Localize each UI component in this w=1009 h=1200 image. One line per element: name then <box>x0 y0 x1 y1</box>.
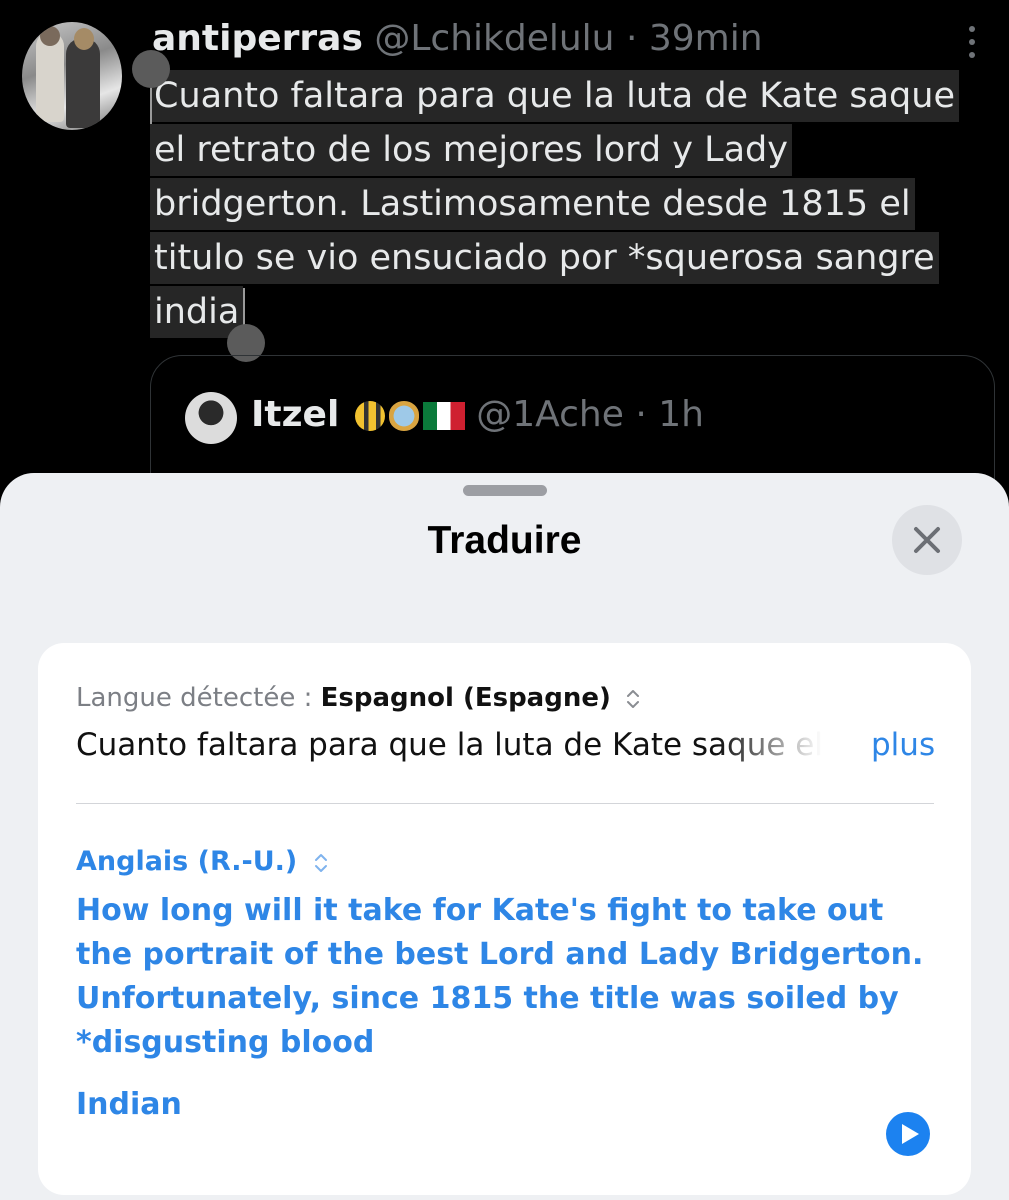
quoted-time: 1h <box>658 394 704 435</box>
tweet-text-line: el retrato de los mejores lord y Lady <box>150 124 792 176</box>
sheet-grabber[interactable] <box>463 485 547 496</box>
tweet-text-line: Cuanto faltara para que la luta de Kate … <box>150 70 959 122</box>
target-language: Anglais (R.-U.) <box>76 846 298 877</box>
source-text: Cuanto faltara para que la luta de Kate … <box>76 727 822 763</box>
play-button[interactable] <box>886 1112 930 1156</box>
tweet: antiperras @Lchikdelulu · 39min Cuanto f… <box>0 0 1009 555</box>
bee-emoji-icon <box>354 401 385 431</box>
translation-line: *disgusting blood <box>76 1025 375 1060</box>
tweet-time[interactable]: 39min <box>649 18 763 59</box>
mexico-flag-icon <box>422 402 465 430</box>
tweet-text-line: bridgerton. Lastimosamente desde 1815 el <box>150 178 915 230</box>
more-vertical-icon[interactable] <box>962 26 982 64</box>
close-button[interactable] <box>892 505 962 575</box>
translation-text: How long will it take for Kate's fight t… <box>76 889 924 1065</box>
translation-line: Unfortunately, since 1815 the title was … <box>76 981 899 1016</box>
quoted-avatar <box>185 392 237 444</box>
detected-language-label: Langue détectée : <box>76 683 321 713</box>
tweet-text-line: titulo se vio ensuciado por *squerosa sa… <box>150 232 939 284</box>
translation-last-line: Indian <box>76 1083 896 1127</box>
updown-chevron-icon <box>314 853 327 872</box>
quoted-tweet-header: Itzel @1Ache · 1h <box>251 394 704 435</box>
tweet-header: antiperras @Lchikdelulu · 39min <box>152 18 763 59</box>
detected-language-row[interactable]: Langue détectée : Espagnol (Espagne) <box>76 683 641 713</box>
translation-line: Indian <box>76 1087 182 1122</box>
more-link[interactable]: plus <box>871 727 935 763</box>
tweet-author-handle[interactable]: @Lchikdelulu <box>374 18 614 59</box>
quoted-author-handle: @1Ache <box>476 394 624 435</box>
selection-handle-start[interactable] <box>132 50 170 88</box>
translation-line: How long will it take for Kate's fight t… <box>76 893 884 928</box>
play-icon <box>902 1124 919 1144</box>
sheet-title: Traduire <box>427 519 582 562</box>
tweet-text-selected[interactable]: Cuanto faltara para que la luta de Kate … <box>150 70 995 340</box>
avatar-figure <box>40 26 60 46</box>
translate-sheet: Traduire Langue détectée : Espagnol (Esp… <box>0 473 1009 1200</box>
tweet-author-name[interactable]: antiperras <box>152 18 363 59</box>
avatar-figure <box>66 38 100 128</box>
avatar[interactable] <box>22 22 122 130</box>
translation-card: Langue détectée : Espagnol (Espagne) Cua… <box>38 643 971 1195</box>
target-language-row[interactable]: Anglais (R.-U.) <box>76 846 329 877</box>
quoted-author-name: Itzel <box>251 394 340 435</box>
tweet-separator: · <box>614 18 649 59</box>
mirror-emoji-icon <box>388 401 419 431</box>
updown-chevron-icon <box>627 689 640 708</box>
quoted-separator: · <box>623 394 659 435</box>
tweet-text-line: india <box>150 286 244 338</box>
translation-line: the portrait of the best Lord and Lady B… <box>76 937 924 972</box>
close-icon <box>914 527 940 553</box>
divider <box>76 803 934 804</box>
avatar-figure <box>74 28 94 50</box>
source-language: Espagnol (Espagne) <box>320 683 611 713</box>
